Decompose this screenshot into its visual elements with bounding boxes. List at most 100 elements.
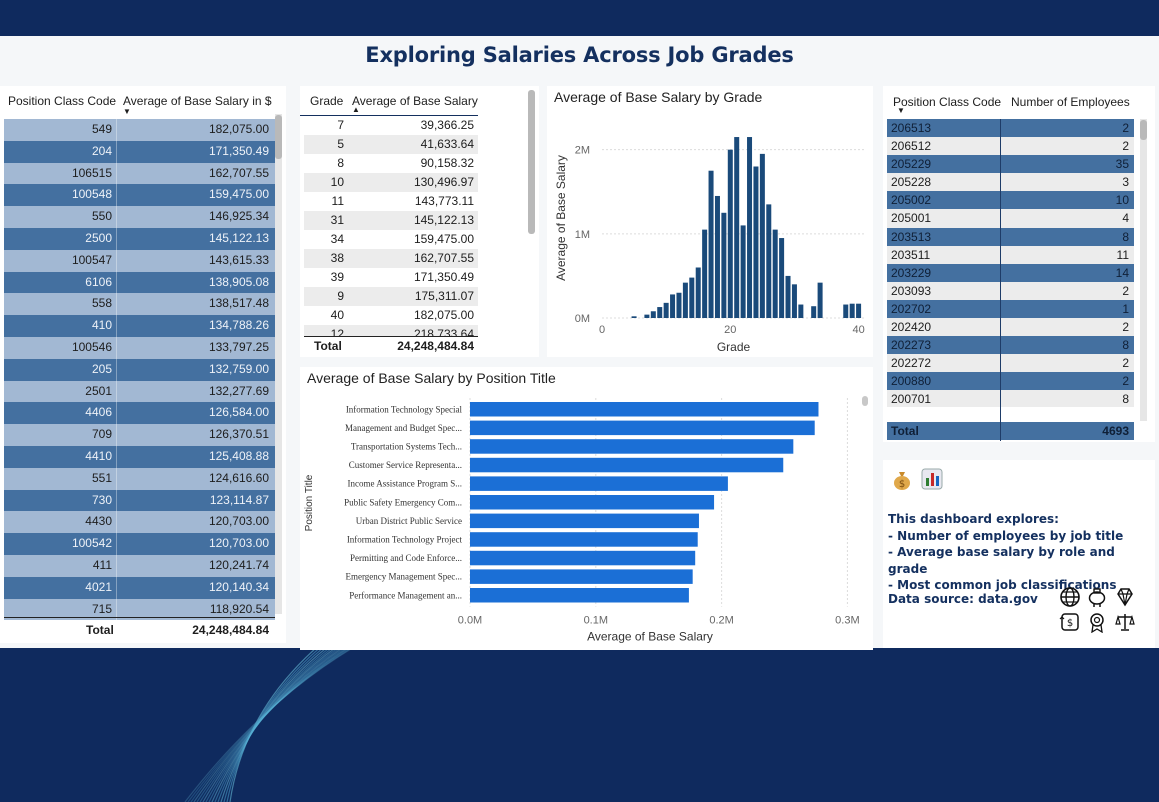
table-row[interactable]: 550 146,925.34 <box>4 206 275 228</box>
table-row[interactable]: 202273 8 <box>887 336 1134 355</box>
bar[interactable] <box>470 513 699 529</box>
column-header-number-of-employees[interactable]: Number of Employees <box>1011 95 1130 109</box>
table-row[interactable]: 202420 2 <box>887 318 1134 337</box>
bar[interactable] <box>849 303 855 318</box>
bar[interactable] <box>470 588 689 603</box>
bar[interactable] <box>470 402 819 417</box>
table-row[interactable]: 410 134,788.26 <box>4 315 275 337</box>
table-row[interactable]: 206513 2 <box>887 119 1134 138</box>
table-row[interactable]: 549 182,075.00 <box>4 119 275 141</box>
scrollbar-thumb[interactable] <box>275 115 282 159</box>
column-header-grade[interactable]: Grade <box>310 94 343 108</box>
bar[interactable] <box>470 439 794 454</box>
table-row[interactable]: 12 218,733.64 <box>304 325 478 336</box>
bar[interactable] <box>843 304 849 318</box>
column-header-position-class-code[interactable]: Position Class Code <box>893 95 1001 109</box>
table-row[interactable]: 11 143,773.11 <box>304 192 478 211</box>
bar[interactable] <box>670 294 676 318</box>
bar[interactable] <box>759 153 765 318</box>
table-row[interactable]: 202702 1 <box>887 299 1134 319</box>
table-row[interactable]: 5 41,633.64 <box>304 135 478 154</box>
table-row[interactable]: 4430 120,703.00 <box>4 511 275 534</box>
bar[interactable] <box>663 302 669 318</box>
table-row[interactable]: 38 162,707.55 <box>304 249 478 268</box>
table-row[interactable]: 40 182,075.00 <box>304 306 478 325</box>
bar[interactable] <box>791 284 797 318</box>
bar[interactable] <box>772 229 778 318</box>
table-scrollbar[interactable] <box>275 114 282 614</box>
bar[interactable] <box>650 311 656 318</box>
column-header-average-base-salary[interactable]: Average of Base Salary <box>352 94 478 108</box>
bar[interactable] <box>470 420 815 436</box>
table-scrollbar[interactable] <box>1140 119 1147 421</box>
bar[interactable] <box>657 307 663 318</box>
table-row[interactable]: 106515 162,707.55 <box>4 162 275 185</box>
bar[interactable] <box>740 225 746 318</box>
table-row[interactable]: 4406 126,584.00 <box>4 402 275 425</box>
table-row[interactable]: 100547 143,615.33 <box>4 249 275 272</box>
table-row[interactable]: 203513 8 <box>887 227 1134 246</box>
column-header-average-base-salary[interactable]: Average of Base Salary in $ <box>123 94 272 108</box>
bar[interactable] <box>470 550 696 566</box>
bar[interactable] <box>470 495 715 510</box>
table-row[interactable]: 205001 4 <box>887 209 1134 228</box>
bar[interactable] <box>747 137 753 318</box>
bar[interactable] <box>798 304 804 318</box>
bar[interactable] <box>470 476 728 491</box>
bar[interactable] <box>644 314 650 318</box>
bar[interactable] <box>714 195 720 318</box>
bar[interactable] <box>785 275 791 318</box>
table-row[interactable]: 730 123,114.87 <box>4 489 275 512</box>
table-row[interactable]: 4021 120,140.34 <box>4 576 275 599</box>
table-row[interactable]: 203511 11 <box>887 245 1134 264</box>
column-header-position-class-code[interactable]: Position Class Code <box>8 94 116 108</box>
bar[interactable] <box>470 532 698 547</box>
table-row[interactable]: 2501 132,277.69 <box>4 380 275 403</box>
bar[interactable] <box>817 282 823 318</box>
table-row[interactable]: 206512 2 <box>887 137 1134 156</box>
bar[interactable] <box>695 267 701 319</box>
table-row[interactable]: 558 138,517.48 <box>4 293 275 316</box>
bar[interactable] <box>470 569 693 584</box>
bar[interactable] <box>856 303 862 318</box>
table-row[interactable]: 8 90,158.32 <box>304 154 478 173</box>
bar[interactable] <box>766 204 772 318</box>
bar[interactable] <box>753 166 759 319</box>
table-row[interactable]: 9 175,311.07 <box>304 287 478 306</box>
table-row[interactable]: 205228 3 <box>887 173 1134 192</box>
bar[interactable] <box>779 238 785 318</box>
table-row[interactable]: 2500 145,122.13 <box>4 227 275 250</box>
bar[interactable] <box>708 170 714 318</box>
bar[interactable] <box>811 306 817 318</box>
bar[interactable] <box>727 149 733 318</box>
table-row[interactable]: 39 171,350.49 <box>304 268 478 287</box>
table-row[interactable]: 411 120,241.74 <box>4 554 275 577</box>
bar[interactable] <box>734 137 740 318</box>
table-row[interactable]: 205002 10 <box>887 191 1134 210</box>
bar[interactable] <box>702 229 708 318</box>
table-row[interactable]: 7 39,366.25 <box>304 116 478 135</box>
table-row[interactable]: 100548 159,475.00 <box>4 184 275 207</box>
table-row[interactable]: 200880 2 <box>887 372 1134 391</box>
table-row[interactable]: 4410 125,408.88 <box>4 445 275 468</box>
scrollbar-thumb[interactable] <box>528 90 535 234</box>
table-row[interactable]: 203229 14 <box>887 263 1134 282</box>
table-row[interactable]: 10 130,496.97 <box>304 173 478 192</box>
table-row[interactable]: 203093 2 <box>887 281 1134 300</box>
table-row[interactable]: 100542 120,703.00 <box>4 533 275 555</box>
table-row[interactable]: 202272 2 <box>887 354 1134 373</box>
table-row[interactable]: 709 126,370.51 <box>4 424 275 446</box>
table-row[interactable]: 34 159,475.00 <box>304 230 478 249</box>
table-row[interactable]: 6106 138,905.08 <box>4 271 275 294</box>
table-row[interactable]: 551 124,616.60 <box>4 467 275 490</box>
bar[interactable] <box>682 282 688 318</box>
table-row[interactable]: 31 145,122.13 <box>304 211 478 230</box>
bar[interactable] <box>676 292 682 318</box>
bar[interactable] <box>689 277 695 318</box>
table-row[interactable]: 100546 133,797.25 <box>4 336 275 359</box>
bar[interactable] <box>470 457 784 473</box>
table-row[interactable]: 205229 35 <box>887 155 1134 174</box>
bar[interactable] <box>631 316 637 318</box>
table-row[interactable]: 200701 8 <box>887 390 1134 407</box>
table-row[interactable]: 205 132,759.00 <box>4 358 275 381</box>
